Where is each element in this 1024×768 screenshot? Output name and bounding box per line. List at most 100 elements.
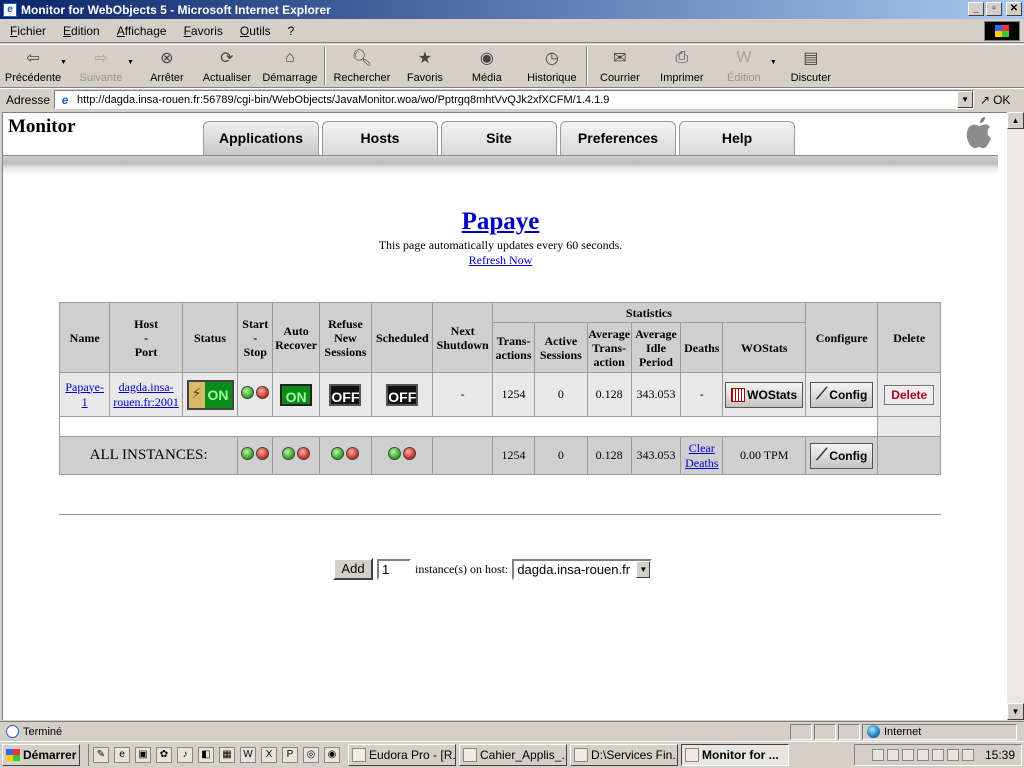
col-status: Status	[181, 302, 239, 373]
tray-icon[interactable]	[931, 749, 944, 761]
quicklaunch-word-icon[interactable]: W	[240, 747, 256, 763]
all-scheduled-off-icon[interactable]	[403, 447, 417, 460]
forward-button[interactable]: ⇨ Suivante	[71, 45, 131, 87]
quicklaunch-excel-icon[interactable]: X	[261, 747, 277, 763]
tray-icon[interactable]	[916, 749, 929, 761]
application-title[interactable]: Papaye	[3, 208, 998, 236]
stop-light-icon[interactable]	[256, 386, 270, 399]
instance-status-cell: ⚡︎ ON	[181, 372, 239, 417]
back-button[interactable]: ⇦ Précédente	[2, 45, 64, 87]
start-light-icon[interactable]	[241, 386, 255, 399]
address-input[interactable]: e http://dagda.insa-rouen.fr:56789/cgi-b…	[54, 90, 975, 109]
tab-bar: Applications Hosts Site Preferences Help	[203, 121, 795, 155]
scroll-up-icon[interactable]: ▲	[1007, 112, 1024, 129]
quicklaunch-icon[interactable]: ✿	[156, 747, 172, 763]
task-cahier[interactable]: Cahier_Applis_...	[459, 744, 567, 766]
instance-count-input[interactable]: 1	[377, 558, 411, 580]
tab-hosts[interactable]: Hosts	[322, 121, 438, 155]
mail-button[interactable]: ✉ Courrier	[590, 45, 650, 87]
favorites-button[interactable]: ★ Favoris	[396, 45, 454, 87]
address-dropdown-icon[interactable]: ▼	[957, 91, 974, 108]
discuss-icon: ▤	[803, 50, 819, 67]
discuss-button[interactable]: ▤ Discuter	[781, 45, 841, 87]
quicklaunch-icon[interactable]: ✎	[93, 747, 109, 763]
all-auto-recover-off-icon[interactable]	[297, 447, 311, 460]
all-refuse-off-icon[interactable]	[346, 447, 360, 460]
host-dropdown-icon[interactable]: ▼	[636, 560, 651, 578]
folder-icon	[574, 748, 588, 762]
spacer-row	[58, 416, 941, 437]
task-eudora[interactable]: Eudora Pro - [R...	[348, 744, 456, 766]
maximize-button[interactable]: ▫	[986, 2, 1002, 16]
all-scheduled-on-icon[interactable]	[388, 447, 402, 460]
tray-icon[interactable]	[946, 749, 959, 761]
tab-help[interactable]: Help	[679, 121, 795, 155]
quicklaunch-icon[interactable]: ◉	[324, 747, 340, 763]
quicklaunch-icon[interactable]: ♪	[177, 747, 193, 763]
quicklaunch-icon[interactable]: P	[282, 747, 298, 763]
tray-icon[interactable]	[886, 749, 899, 761]
menu-edition[interactable]: Edition	[53, 24, 107, 38]
instances-table: Name Host - Port Status Start - Stop Auto Rec…	[58, 302, 941, 475]
instance-config-button[interactable]: ⟋ Config	[810, 381, 874, 408]
start-button[interactable]: Démarrer	[2, 744, 80, 766]
page-done-icon	[6, 725, 19, 738]
all-config-button[interactable]: ⟋ Config	[810, 442, 874, 469]
task-services[interactable]: D:\Services Fin...	[570, 744, 678, 766]
instance-status-on-button[interactable]: ⚡︎ ON	[186, 379, 234, 410]
vertical-scrollbar[interactable]: ▲ ▼	[1007, 112, 1024, 720]
stop-button[interactable]: ⊗ Arrêter	[138, 45, 196, 87]
menu-favoris[interactable]: Favoris	[174, 24, 230, 38]
go-button[interactable]: ↗ OK	[980, 93, 1010, 107]
divider	[59, 514, 941, 516]
search-button[interactable]: 🔍︎ Rechercher	[328, 45, 396, 87]
quicklaunch-icon[interactable]: ◧	[198, 747, 214, 763]
tab-preferences[interactable]: Preferences	[560, 121, 676, 155]
print-button[interactable]: ⎙ Imprimer	[650, 45, 714, 87]
tray-icon[interactable]	[871, 749, 884, 761]
tray-icon[interactable]	[961, 749, 974, 761]
scroll-down-icon[interactable]: ▼	[1007, 703, 1024, 720]
quicklaunch-icon[interactable]: ▣	[135, 747, 151, 763]
wostats-button[interactable]: WOStats	[725, 381, 804, 408]
all-auto-recover-on-icon[interactable]	[282, 447, 296, 460]
media-button[interactable]: ◉ Média	[454, 45, 520, 87]
close-button[interactable]: ✕	[1006, 2, 1022, 16]
tray-icon[interactable]	[901, 749, 914, 761]
refresh-button[interactable]: ⟳ Actualiser	[196, 45, 258, 87]
edit-dropdown-icon[interactable]: ▼	[770, 59, 777, 66]
menu-help[interactable]: ?	[278, 24, 302, 38]
menu-outils[interactable]: Outils	[230, 24, 278, 38]
instance-deaths: -	[680, 372, 724, 417]
all-refuse-on-icon[interactable]	[331, 447, 345, 460]
quicklaunch-ie-icon[interactable]: e	[114, 747, 130, 763]
menu-affichage[interactable]: Affichage	[107, 24, 174, 38]
refuse-new-sessions-toggle[interactable]: OFF	[329, 383, 362, 406]
home-button[interactable]: ⌂ Démarrage	[258, 45, 322, 87]
tab-applications[interactable]: Applications	[203, 121, 319, 155]
scheduled-toggle[interactable]: OFF	[386, 383, 419, 406]
menu-fichier[interactable]: Fichier	[0, 24, 53, 38]
quicklaunch-icon[interactable]: ◎	[303, 747, 319, 763]
auto-recover-toggle[interactable]: ON	[280, 383, 313, 406]
instance-host-link[interactable]: dagda.insa-rouen.fr:2001	[109, 372, 183, 417]
clear-deaths-link[interactable]: Clear Deaths	[680, 436, 724, 475]
refresh-now-link[interactable]: Refresh Now	[3, 253, 998, 268]
toolbar: ⇦ Précédente ▼ ⇨ Suivante ▼ ⊗ Arrêter ⟳ …	[0, 44, 1024, 88]
edit-button[interactable]: W Édition	[714, 45, 774, 87]
delete-instance-button[interactable]: Delete	[884, 384, 935, 405]
all-start-light-icon[interactable]	[241, 447, 255, 460]
back-dropdown-icon[interactable]: ▼	[60, 59, 67, 66]
instance-name-link[interactable]: Papaye- 1	[58, 372, 111, 417]
history-button[interactable]: ◷ Historique	[520, 45, 584, 87]
media-icon: ◉	[479, 50, 494, 67]
all-stop-light-icon[interactable]	[256, 447, 270, 460]
task-monitor[interactable]: Monitor for ...	[681, 744, 789, 766]
host-select[interactable]: dagda.insa-rouen.fr ▼	[512, 558, 653, 580]
quicklaunch-icon[interactable]: ▦	[219, 747, 235, 763]
add-instance-button[interactable]: Add	[333, 558, 373, 580]
tab-site[interactable]: Site	[441, 121, 557, 155]
forward-dropdown-icon[interactable]: ▼	[127, 59, 134, 66]
instance-on-host-label: instance(s) on host:	[415, 561, 509, 576]
minimize-button[interactable]: _	[968, 2, 984, 16]
